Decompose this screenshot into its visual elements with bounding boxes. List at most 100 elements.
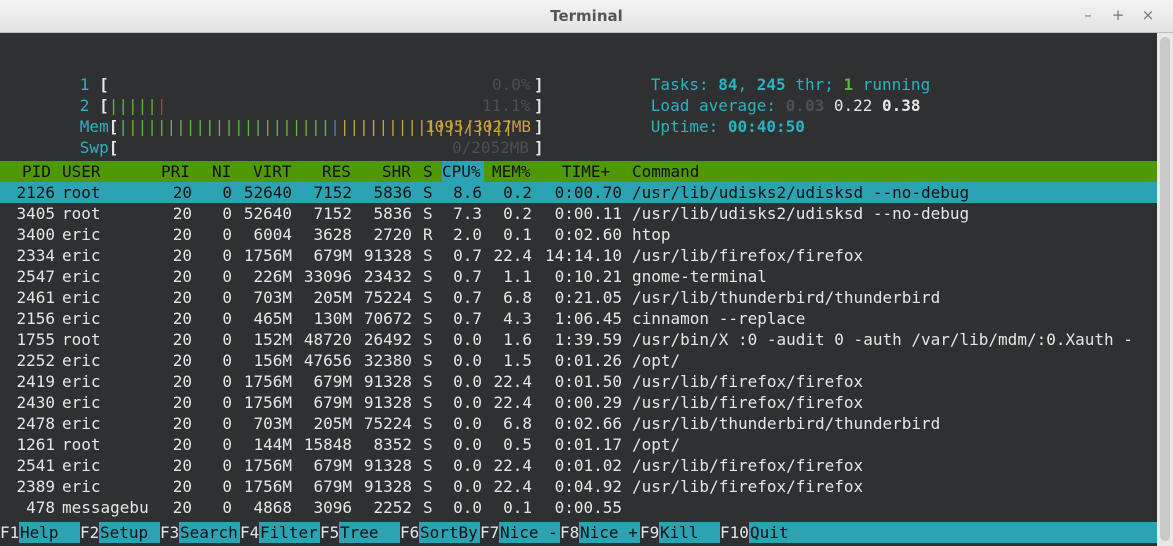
cell-pri: 20 [172,393,192,412]
tasks-summary: Tasks: 84, 245 thr; 1 running [650,75,931,94]
process-row[interactable]: 2252 eric 20 0 156M 47656 32380 S 0.0 1.5 0:01.26 /… [0,350,1157,371]
fkey-f10[interactable]: F10 [720,522,749,543]
cell-state: S [423,414,433,433]
cell-time: 0:02.60 [554,225,622,244]
cell-ni: 0 [222,393,232,412]
fkey-label-kill[interactable]: Kill [660,522,699,543]
cell-ni: 0 [222,246,232,265]
cell-pri: 20 [172,204,192,223]
cell-user: eric [62,477,101,496]
process-row[interactable]: 2547 eric 20 0 226M 33096 23432 S 0.7 1.1 0:10.21 g… [0,266,1157,287]
cell-pri: 20 [172,225,192,244]
cell-mem: 1.6 [503,330,532,349]
cell-state: S [423,267,433,286]
process-row[interactable]: 2461 eric 20 0 703M 205M 75224 S 0.7 6.8 0:21.05/u… [0,287,1157,308]
process-row[interactable]: 2126 root 20 0 52640 7152 5836 S 8.6 0.2 0:00.70/u… [0,182,1157,203]
cell-ni: 0 [222,477,232,496]
maximize-button[interactable]: + [1109,6,1127,24]
fkey-label-quit[interactable]: Quit [750,522,789,543]
col-pid[interactable]: PID [22,161,51,182]
col-mem[interactable]: MEM% [492,161,531,182]
col-pri[interactable]: PRI [161,161,190,182]
process-row[interactable]: 3405 root 20 0 52640 7152 5836 S 7.3 0.2 0:00.11/u… [0,203,1157,224]
process-row[interactable]: 1755 root 20 0 152M 48720 26492 S 0.0 1.6 1:39.59 /… [0,329,1157,350]
process-row[interactable]: 2419 eric 20 0 1756M 679M 91328 S 0.0 22.4 0:01.50… [0,371,1157,392]
close-button[interactable]: × [1139,6,1157,24]
fkey-label-nice[interactable]: Nice - [500,522,558,543]
cell-mem: 22.4 [493,456,532,475]
cell-res: 47656 [303,351,352,370]
title-bar[interactable]: Terminal – + × [0,0,1173,33]
cell-cpu: 0.0 [453,435,482,454]
cell-res: 205M [313,414,352,433]
cell-virt: 156M [253,351,292,370]
col-cpu[interactable]: CPU% [442,161,484,182]
mem-bar-used: |||||||||||||||||||||| [118,117,331,136]
process-row[interactable]: 1261 root 20 0 144M 15848 8352 S 0.0 0.5 0:01.17/o… [0,434,1157,455]
cell-state: S [423,477,433,496]
fkey-f2[interactable]: F2 [80,522,100,543]
col-time[interactable]: TIME+ [562,161,610,182]
cell-user: eric [62,246,101,265]
cell-virt: 6004 [253,225,292,244]
process-row[interactable]: 2334 eric 20 0 1756M 679M 91328 S 0.7 22.4 14:14.1… [0,245,1157,266]
cell-user: eric [62,456,101,475]
cell-state: R [423,225,433,244]
cell-pid: 2478 [16,414,55,433]
fkey-f7[interactable]: F7 [480,522,500,543]
cell-command: /opt/ [632,351,681,370]
process-row[interactable]: 2541 eric 20 0 1756M 679M 91328 S 0.0 22.4 0:01.02… [0,455,1157,476]
cell-shr: 91328 [363,456,412,475]
fkey-label-setup[interactable]: Setup [100,522,148,543]
cell-ni: 0 [222,414,232,433]
cell-virt: 4868 [253,498,292,517]
cell-user: eric [62,288,101,307]
cell-state: S [423,393,433,412]
process-row[interactable]: 2156 eric 20 0 465M 130M 70672 S 0.7 4.3 1:06.45 ci… [0,308,1157,329]
fkey-f5[interactable]: F5 [320,522,340,543]
cell-shr: 91328 [363,246,412,265]
fkey-label-nice[interactable]: Nice + [580,522,638,543]
cell-res: 3096 [313,498,352,517]
fkey-f4[interactable]: F4 [240,522,260,543]
fkey-f3[interactable]: F3 [160,522,180,543]
cell-pid: 478 [26,498,55,517]
cell-cpu: 0.7 [453,288,482,307]
cell-mem: 0.5 [503,435,532,454]
process-row[interactable]: 2430 eric 20 0 1756M 679M 91328 S 0.0 22.4 0:00.29… [0,392,1157,413]
cell-virt: 1756M [243,393,292,412]
col-command[interactable]: Command [632,161,699,182]
cell-res: 33096 [303,267,352,286]
scrollbar[interactable] [1157,33,1173,546]
col-virt[interactable]: VIRT [253,161,292,182]
col-res[interactable]: RES [322,161,351,182]
col-state[interactable]: S [423,161,433,182]
col-ni[interactable]: NI [212,161,231,182]
cell-res: 7152 [313,183,352,202]
process-row[interactable]: 3400 eric 20 0 6004 3628 2720 R 2.0 0.1 0:02.60 hto… [0,224,1157,245]
fkey-label-sortby[interactable]: SortBy [420,522,478,543]
cell-time: 0:00.55 [554,498,622,517]
cell-res: 15848 [303,435,352,454]
cell-command: /usr/lib/firefox/firefox [632,477,864,496]
fkey-label-tree[interactable]: Tree [340,522,379,543]
fkey-f9[interactable]: F9 [640,522,660,543]
fkey-label-help[interactable]: Help [20,522,59,543]
fkey-f6[interactable]: F6 [400,522,420,543]
terminal-content[interactable]: 1 [0.0%] 2 [|||||| 11.1%] Mem[|||||||||||… [0,33,1157,546]
minimize-button[interactable]: – [1079,6,1097,24]
col-user[interactable]: USER [62,161,101,182]
cell-state: S [423,351,433,370]
load-average: Load average: 0.03 0.22 0.38 [593,74,921,115]
fkey-label-search[interactable]: Search [180,522,238,543]
fkey-f8[interactable]: F8 [560,522,580,543]
scrollbar-thumb[interactable] [1160,37,1170,541]
cell-time: 1:39.59 [554,330,622,349]
fkey-f1[interactable]: F1 [0,522,20,543]
fkey-label-filter[interactable]: Filter [260,522,318,543]
process-row[interactable]: 478 messagebu 20 0 4868 3096 2252 S 0.0 0.1 0:00.5… [0,497,1157,518]
process-row[interactable]: 2478 eric 20 0 703M 205M 75224 S 0.0 6.8 0:02.66/u… [0,413,1157,434]
col-shr[interactable]: SHR [382,161,411,182]
process-row[interactable]: 2389 eric 20 0 1756M 679M 91328 S 0.0 22.4 0:04.92… [0,476,1157,497]
cell-state: S [423,498,433,517]
